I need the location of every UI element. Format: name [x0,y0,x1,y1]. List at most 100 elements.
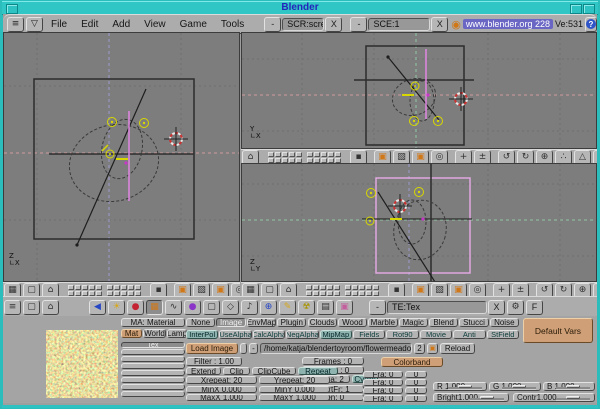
slider-g[interactable]: G 1.000 [489,382,541,391]
cursor-3d[interactable] [164,127,188,151]
default-vars-button[interactable]: Default Vars [523,318,593,343]
scene-browse-button[interactable]: - [350,17,367,32]
type-clouds-button[interactable]: Clouds [308,318,337,327]
layer-toggle[interactable] [373,285,379,290]
texture-channel-4[interactable] [121,363,185,369]
layer-toggle[interactable] [282,158,288,163]
lamp-handles[interactable] [402,82,443,126]
edit-icon[interactable]: ▢ [203,300,220,315]
layer-toggle[interactable] [296,152,302,157]
screen-name-field[interactable]: SCR:screen.001 [282,18,324,31]
paint-icon[interactable]: ✎ [279,300,296,315]
layer-toggle[interactable] [107,291,113,296]
load-image-button[interactable]: Load Image [186,343,238,354]
flag-mipmap-button[interactable]: MipMap [320,330,352,339]
slider-knob[interactable] [480,396,494,399]
layer-toggle[interactable] [114,285,120,290]
layer-toggle[interactable] [352,285,358,290]
view-icon[interactable]: ◀ [89,300,106,315]
texture-channel-8[interactable] [121,391,185,397]
anim-icon[interactable]: ∿ [165,300,182,315]
xrepeat-number[interactable]: Xrepeat: 20 [186,376,257,384]
script-icon[interactable]: ▤ [317,300,334,315]
texture-minus-button[interactable]: - [369,300,386,315]
slider-knob[interactable] [512,385,526,388]
layer-toggle[interactable] [135,285,141,290]
layer-toggle[interactable] [268,158,274,163]
type-plugin-button[interactable]: Plugin [277,318,306,327]
viewport-front[interactable]: Z∟X [3,32,240,282]
screen-delete-button[interactable]: X [325,17,342,32]
fra-dur-number-4[interactable]: 0 [405,395,427,402]
layer-toggle[interactable] [89,291,95,296]
circle-mesh[interactable] [387,194,453,265]
flag-stfield-button[interactable]: StField [487,330,519,339]
material-link-label[interactable]: MA: Material [121,318,185,327]
layer-toggle[interactable] [314,152,320,157]
layer-toggle[interactable] [328,152,334,157]
layer-toggle[interactable] [307,152,313,157]
list-icon[interactable]: ≡ [4,300,21,315]
map-repeat-button[interactable]: Repeat [298,367,338,375]
home-icon[interactable]: ⌂ [42,300,59,315]
layer-toggle[interactable] [320,285,326,290]
fullscreen-icon[interactable]: ▢ [23,300,40,315]
layer-toggle[interactable] [135,291,141,296]
globe-icon[interactable]: ⊕ [260,300,277,315]
flag-interpol-button[interactable]: InterPol [186,330,218,339]
slider-knob[interactable] [566,396,580,399]
auto-icon[interactable]: ⚙ [507,300,524,315]
layer-toggle[interactable] [68,285,74,290]
reload-button[interactable]: Reload [440,343,475,354]
layer-toggle[interactable] [335,158,341,163]
fra-number-4[interactable]: Fra: 0 [363,395,403,402]
scene-name-field[interactable]: SCE:1 [368,18,430,31]
layer-toggle[interactable] [107,285,113,290]
layer-toggle[interactable] [96,291,102,296]
fra-number-3[interactable]: Fra: 0 [363,387,403,394]
fra-number-2[interactable]: Fra: 0 [363,379,403,386]
type-envmap-button[interactable]: EnvMap [247,318,276,327]
layer-toggle[interactable] [275,158,281,163]
layer-toggle[interactable] [313,285,319,290]
layer-toggle[interactable] [128,285,134,290]
fra-dur-number-3[interactable]: 0 [405,387,427,394]
layer-toggle[interactable] [306,291,312,296]
layer-toggle[interactable] [75,285,81,290]
window-maximize-box[interactable] [583,4,595,14]
layer-toggle[interactable] [82,291,88,296]
material-icon[interactable]: ● [127,300,144,315]
slider-knob[interactable] [566,385,580,388]
slider-contr[interactable]: Contr1.000 [513,393,595,402]
image-browse-button[interactable] [240,343,247,354]
type-noise-button[interactable]: Noise [490,318,519,327]
type-blend-button[interactable]: Blend [429,318,458,327]
image-path-field[interactable]: /home/katja/blendertoyroom/flowermeadow.… [260,343,412,354]
circle-mesh[interactable] [61,115,168,212]
layer-toggle[interactable] [121,285,127,290]
layer-toggle[interactable] [128,291,134,296]
collapse-menu-icon[interactable]: ▽ [26,17,43,32]
texture-channel-7[interactable] [121,384,185,390]
target-world-button[interactable]: World [143,329,166,338]
layer-toggle[interactable] [96,285,102,290]
help-button[interactable]: ? [585,17,597,32]
menu-tools[interactable]: Tools [221,19,244,30]
image-users-button[interactable]: 2 [414,343,425,354]
miny-number[interactable]: MinY 0.000 [259,386,330,393]
window-menu-box[interactable] [6,4,18,14]
layer-toggle[interactable] [366,291,372,296]
layer-toggle[interactable] [82,285,88,290]
flag-calcalpha-button[interactable]: CalcAlpha [253,330,285,339]
window-iconify-box[interactable] [570,4,582,14]
layer-toggle[interactable] [328,158,334,163]
filter-number[interactable]: Filter : 1.00 [186,357,242,366]
lamp-icon[interactable]: ☀ [108,300,125,315]
minx-number[interactable]: MinX 0.000 [186,386,257,393]
maxx-number[interactable]: MaxX 1.000 [186,394,257,401]
layer-toggle[interactable] [314,158,320,163]
flag-anti-button[interactable]: Anti [453,330,485,339]
menu-game[interactable]: Game [180,19,207,30]
map-extend-button[interactable]: Extend [186,367,221,375]
cube-wireframe[interactable] [34,79,194,239]
